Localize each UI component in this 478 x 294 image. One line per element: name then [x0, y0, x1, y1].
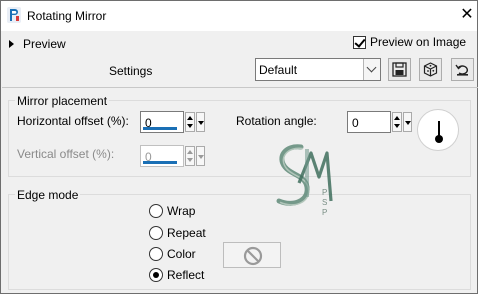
window-title: Rotating Mirror — [27, 9, 107, 23]
radio-unchecked-icon[interactable] — [149, 226, 163, 240]
watermark-logo: P S P — [276, 144, 333, 217]
dropdown-arrow-icon[interactable] — [403, 112, 412, 132]
radio-wrap[interactable]: Wrap — [149, 203, 195, 219]
rotation-angle-value: 0 — [352, 116, 359, 130]
radio-label: Reflect — [167, 268, 205, 282]
no-symbol-icon — [243, 246, 263, 266]
reset-button[interactable] — [451, 58, 474, 81]
save-preset-icon — [392, 62, 407, 77]
expand-arrow-icon — [9, 40, 14, 48]
title-bar: Rotating Mirror ✕ — [1, 1, 477, 31]
randomize-icon — [423, 62, 438, 77]
radio-label: Repeat — [167, 226, 206, 240]
checkbox-checked-icon[interactable] — [353, 35, 366, 49]
horizontal-offset-field[interactable]: 0 — [140, 111, 184, 133]
settings-selected-value: Default — [259, 63, 298, 77]
radio-checked-icon[interactable] — [149, 268, 163, 282]
radio-label: Color — [167, 247, 196, 261]
radio-repeat[interactable]: Repeat — [149, 225, 206, 241]
rotation-angle-label: Rotation angle: — [236, 114, 317, 128]
randomize-button[interactable] — [419, 58, 442, 81]
radio-unchecked-icon[interactable] — [149, 204, 163, 218]
radio-reflect[interactable]: Reflect — [149, 267, 204, 283]
mirror-placement-legend: Mirror placement — [15, 94, 110, 108]
dial-center-icon — [435, 135, 443, 143]
dropdown-arrow-icon — [196, 146, 205, 166]
color-swatch-disabled — [223, 242, 281, 268]
preview-on-image-checkbox[interactable]: Preview on Image — [353, 35, 466, 49]
spin-arrows-icon — [185, 146, 195, 166]
chevron-down-icon[interactable] — [363, 59, 380, 80]
radio-unchecked-icon[interactable] — [149, 247, 163, 261]
horizontal-offset-spinner[interactable]: 0 — [140, 111, 206, 133]
vertical-offset-label: Vertical offset (%): — [17, 147, 115, 161]
dropdown-arrow-icon[interactable] — [196, 112, 205, 132]
reset-icon — [455, 64, 468, 76]
radio-label: Wrap — [167, 204, 196, 218]
separator — [2, 87, 478, 88]
radio-color[interactable]: Color — [149, 246, 196, 262]
slider-bar — [143, 161, 177, 164]
horizontal-offset-label: Horizontal offset (%): — [17, 114, 129, 128]
preview-toggle[interactable]: Preview — [9, 37, 66, 51]
settings-dropdown[interactable]: Default — [255, 58, 381, 81]
app-icon — [7, 7, 21, 23]
preview-on-image-label: Preview on Image — [370, 35, 467, 49]
spin-arrows-icon[interactable] — [185, 112, 195, 132]
dialog-window: Rotating Mirror ✕ Preview Preview on Ima… — [0, 0, 478, 294]
watermark-letter-s: S — [322, 198, 327, 207]
vertical-offset-field: 0 — [140, 145, 184, 167]
save-preset-button[interactable] — [388, 58, 411, 81]
settings-label: Settings — [109, 64, 153, 78]
edge-mode-legend: Edge mode — [15, 188, 81, 202]
rotation-dial[interactable] — [417, 109, 459, 151]
rotation-angle-field[interactable]: 0 — [347, 111, 391, 133]
slider-bar[interactable] — [143, 127, 177, 130]
vertical-offset-spinner: 0 — [140, 145, 206, 167]
preview-label: Preview — [23, 37, 66, 51]
spin-arrows-icon[interactable] — [392, 112, 402, 132]
rotation-angle-spinner[interactable]: 0 — [347, 111, 413, 133]
close-icon[interactable]: ✕ — [459, 7, 475, 23]
watermark-letter-p2: P — [322, 208, 327, 217]
watermark-letter-p1: P — [322, 188, 327, 197]
